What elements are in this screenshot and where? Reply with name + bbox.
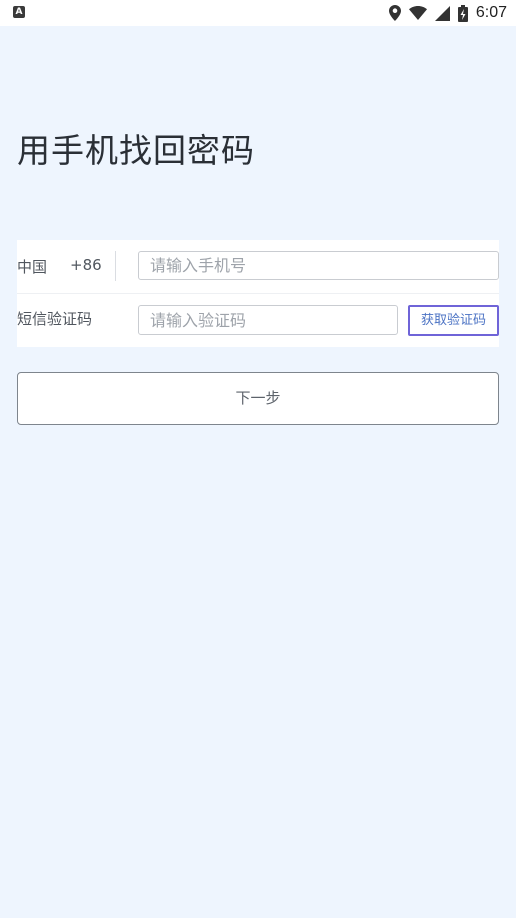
country-selector-label[interactable]: 中国 [17,256,47,277]
phone-row: 中国 +86 [17,240,499,294]
next-button[interactable]: 下一步 [17,372,499,425]
status-icons: 6:07 [388,3,507,23]
status-bar: A 6:07 [0,0,516,26]
wifi-icon [408,6,427,20]
sms-code-label: 短信验证码 [17,310,93,328]
phone-input[interactable] [138,251,499,280]
code-row: 短信验证码 获取验证码 [17,293,499,346]
divider [115,251,116,281]
battery-charging-icon [457,4,468,22]
country-code[interactable]: +86 [70,256,102,274]
app-notification-icon: A [13,6,25,18]
signal-icon [434,5,450,21]
location-icon [388,5,401,21]
get-code-button[interactable]: 获取验证码 [408,305,499,336]
sms-code-input[interactable] [138,305,398,335]
recovery-form: 中国 +86 短信验证码 获取验证码 [17,240,499,347]
page-title: 用手机找回密码 [17,131,255,170]
status-time: 6:07 [475,4,507,21]
